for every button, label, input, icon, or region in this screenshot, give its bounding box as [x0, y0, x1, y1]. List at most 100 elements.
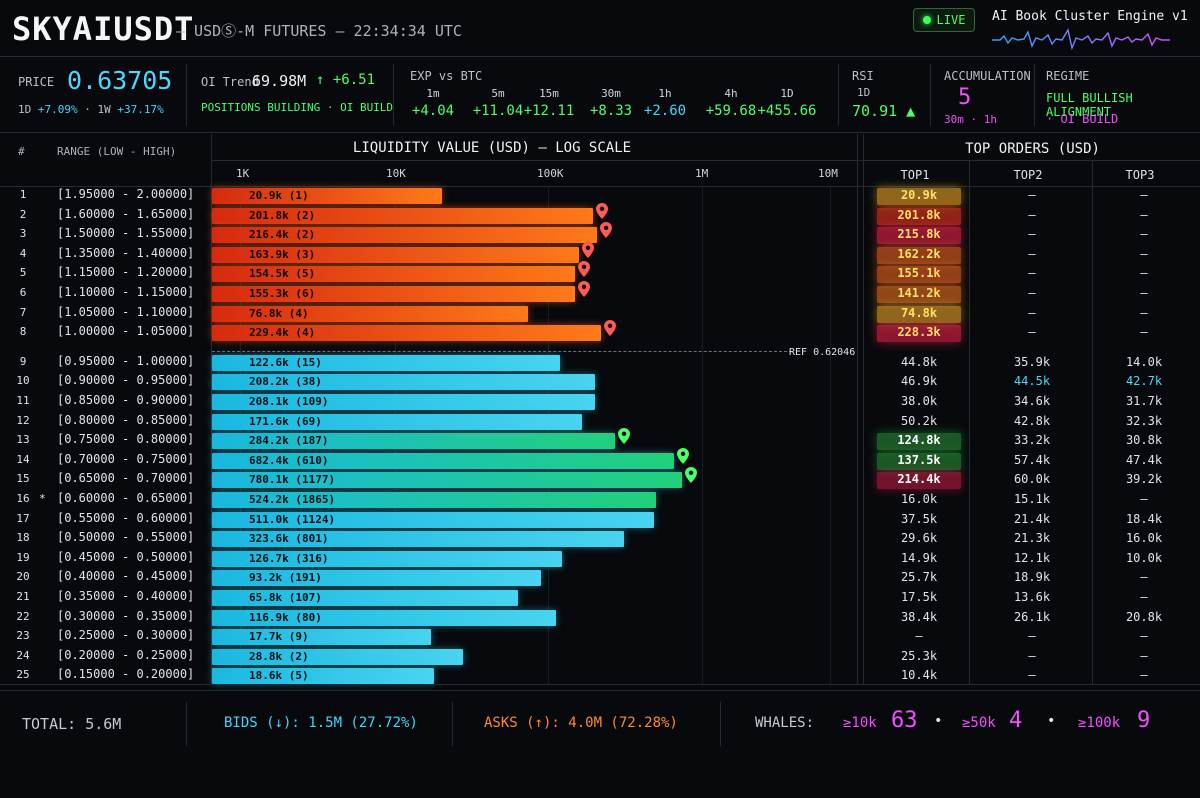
bids-total: BIDS (↓): 1.5M (27.72%) [224, 715, 418, 731]
top1-value: 201.8k [897, 207, 941, 222]
bar-value-label: 780.1k (1177) [249, 473, 336, 487]
top2-value: 60.0k [1013, 472, 1051, 487]
top1-value: 16.0k [900, 492, 938, 506]
top2-value: 12.1k [1013, 550, 1051, 565]
stats-bottom-divider [0, 132, 1200, 133]
bar-value-label: 216.4k (2) [249, 228, 316, 242]
top1-value: 162.2k [897, 246, 941, 261]
row-index: 14 [16, 452, 30, 466]
top2-value: 34.6k [1013, 394, 1051, 408]
reference-price-line [212, 351, 792, 352]
top1-value: 46.9k [900, 374, 938, 389]
top3-value: 39.2k [1125, 472, 1163, 487]
top1-value: 228.3k [897, 325, 941, 340]
separator-dot: • [934, 713, 943, 729]
live-dot-icon [922, 16, 931, 24]
whale-threshold: ≥100k [1078, 715, 1121, 731]
reference-price-label: REF 0.62046 [789, 347, 856, 358]
bar-value-label: 20.9k (1) [249, 189, 309, 202]
footer-divider [0, 690, 1200, 691]
axis-tick-label: 100K [537, 167, 564, 180]
top1-value: 38.0k [900, 394, 938, 408]
price-range: [0.50000 - 0.55000] [57, 530, 195, 545]
oi-trend-label: OI Trend [201, 75, 259, 89]
top3-value: – [1140, 325, 1148, 340]
change-1w-value: +37.17% [117, 103, 164, 116]
map-pin-icon [595, 202, 608, 222]
price-range: [1.15000 - 1.20000] [57, 265, 195, 280]
bar-value-label: 17.7k (9) [249, 630, 309, 644]
top3-value: 47.4k [1125, 452, 1163, 467]
top2-value: 13.6k [1013, 590, 1051, 604]
whale-threshold: ≥50k [962, 715, 996, 731]
top1-value: 137.5k [897, 452, 941, 467]
top-orders-col-divider [969, 160, 970, 684]
liquidity-bar [212, 629, 431, 646]
map-pin-icon [685, 467, 698, 486]
axis-tick-label: 10K [386, 167, 406, 180]
top3-value: – [1140, 207, 1148, 222]
top2-value: 35.9k [1013, 354, 1051, 369]
top3-value: – [1140, 286, 1148, 300]
top2-value: – [1028, 188, 1036, 202]
price-range: [0.70000 - 0.75000] [57, 451, 195, 466]
top3-value: – [1140, 590, 1148, 604]
exp-vs-btc-label: EXP vs BTC [410, 69, 483, 83]
bar-value-label: 28.8k (2) [249, 649, 309, 663]
map-pin-icon [676, 447, 689, 467]
chart-right-border [857, 134, 858, 684]
top3-value: – [1140, 648, 1148, 663]
price-range: [0.15000 - 0.20000] [57, 667, 195, 682]
bar-value-label: 154.5k (5) [249, 267, 316, 281]
top2-value: 33.2k [1013, 433, 1051, 448]
bar-value-label: 208.1k (109) [249, 395, 329, 408]
row-index: 20 [16, 570, 30, 584]
price-range: [1.00000 - 1.05000] [57, 324, 195, 339]
stats-divider [186, 64, 187, 126]
exp-timeframe-value: +2.60 [643, 103, 687, 119]
top2-value: 21.3k [1013, 531, 1051, 546]
rsi-timeframe: 1D [857, 86, 871, 99]
top1-value: 38.4k [900, 609, 938, 624]
bar-value-label: 524.2k (1865) [249, 493, 336, 506]
top1-value: – [915, 629, 923, 644]
top2-value: – [1028, 266, 1036, 281]
grid-line [702, 186, 703, 684]
whale-count: 63 [891, 708, 918, 733]
top1-value: 29.6k [900, 531, 938, 546]
top3-value: 42.7k [1125, 374, 1163, 389]
price-range: [0.90000 - 0.95000] [57, 373, 195, 388]
top3-value: – [1140, 266, 1148, 281]
footer-divider [186, 702, 187, 746]
bar-value-label: 323.6k (801) [249, 532, 329, 546]
column-header-top1: TOP1 [900, 168, 930, 182]
price-range: [0.45000 - 0.50000] [57, 549, 195, 564]
top1-value: 44.8k [900, 354, 938, 369]
total-liquidity: TOTAL: 5.6M [22, 715, 122, 733]
bar-value-label: 229.4k (4) [249, 326, 316, 340]
rsi-value: 70.91 ▲ [852, 102, 916, 120]
accumulation-label: ACCUMULATION [944, 69, 1031, 83]
row-index: 1 [19, 188, 27, 201]
axis-tick-label: 1M [695, 167, 709, 180]
bar-value-label: 284.2k (187) [249, 434, 329, 448]
column-header-index: # [18, 145, 25, 158]
top1-value: 14.9k [900, 550, 938, 565]
top3-value: – [1140, 188, 1148, 202]
top1-value: 141.2k [897, 286, 941, 300]
footer-divider [452, 702, 453, 746]
top3-value: 14.0k [1125, 354, 1163, 369]
row-index: 8 [19, 325, 27, 339]
top3-value: 32.3k [1125, 413, 1163, 428]
top2-value: – [1028, 286, 1036, 300]
top1-value: 50.2k [900, 413, 938, 428]
price-range: [1.05000 - 1.10000] [57, 304, 195, 319]
top2-value: – [1028, 648, 1036, 663]
top3-value: 10.0k [1125, 550, 1163, 565]
top2-value: – [1028, 305, 1036, 320]
regime-sub: · OI BUILD [1046, 112, 1119, 126]
separator-dot: • [1047, 713, 1056, 729]
exp-timeframe-label: 30m [601, 87, 621, 100]
top2-value: – [1028, 325, 1036, 340]
top2-value: 57.4k [1013, 452, 1051, 467]
